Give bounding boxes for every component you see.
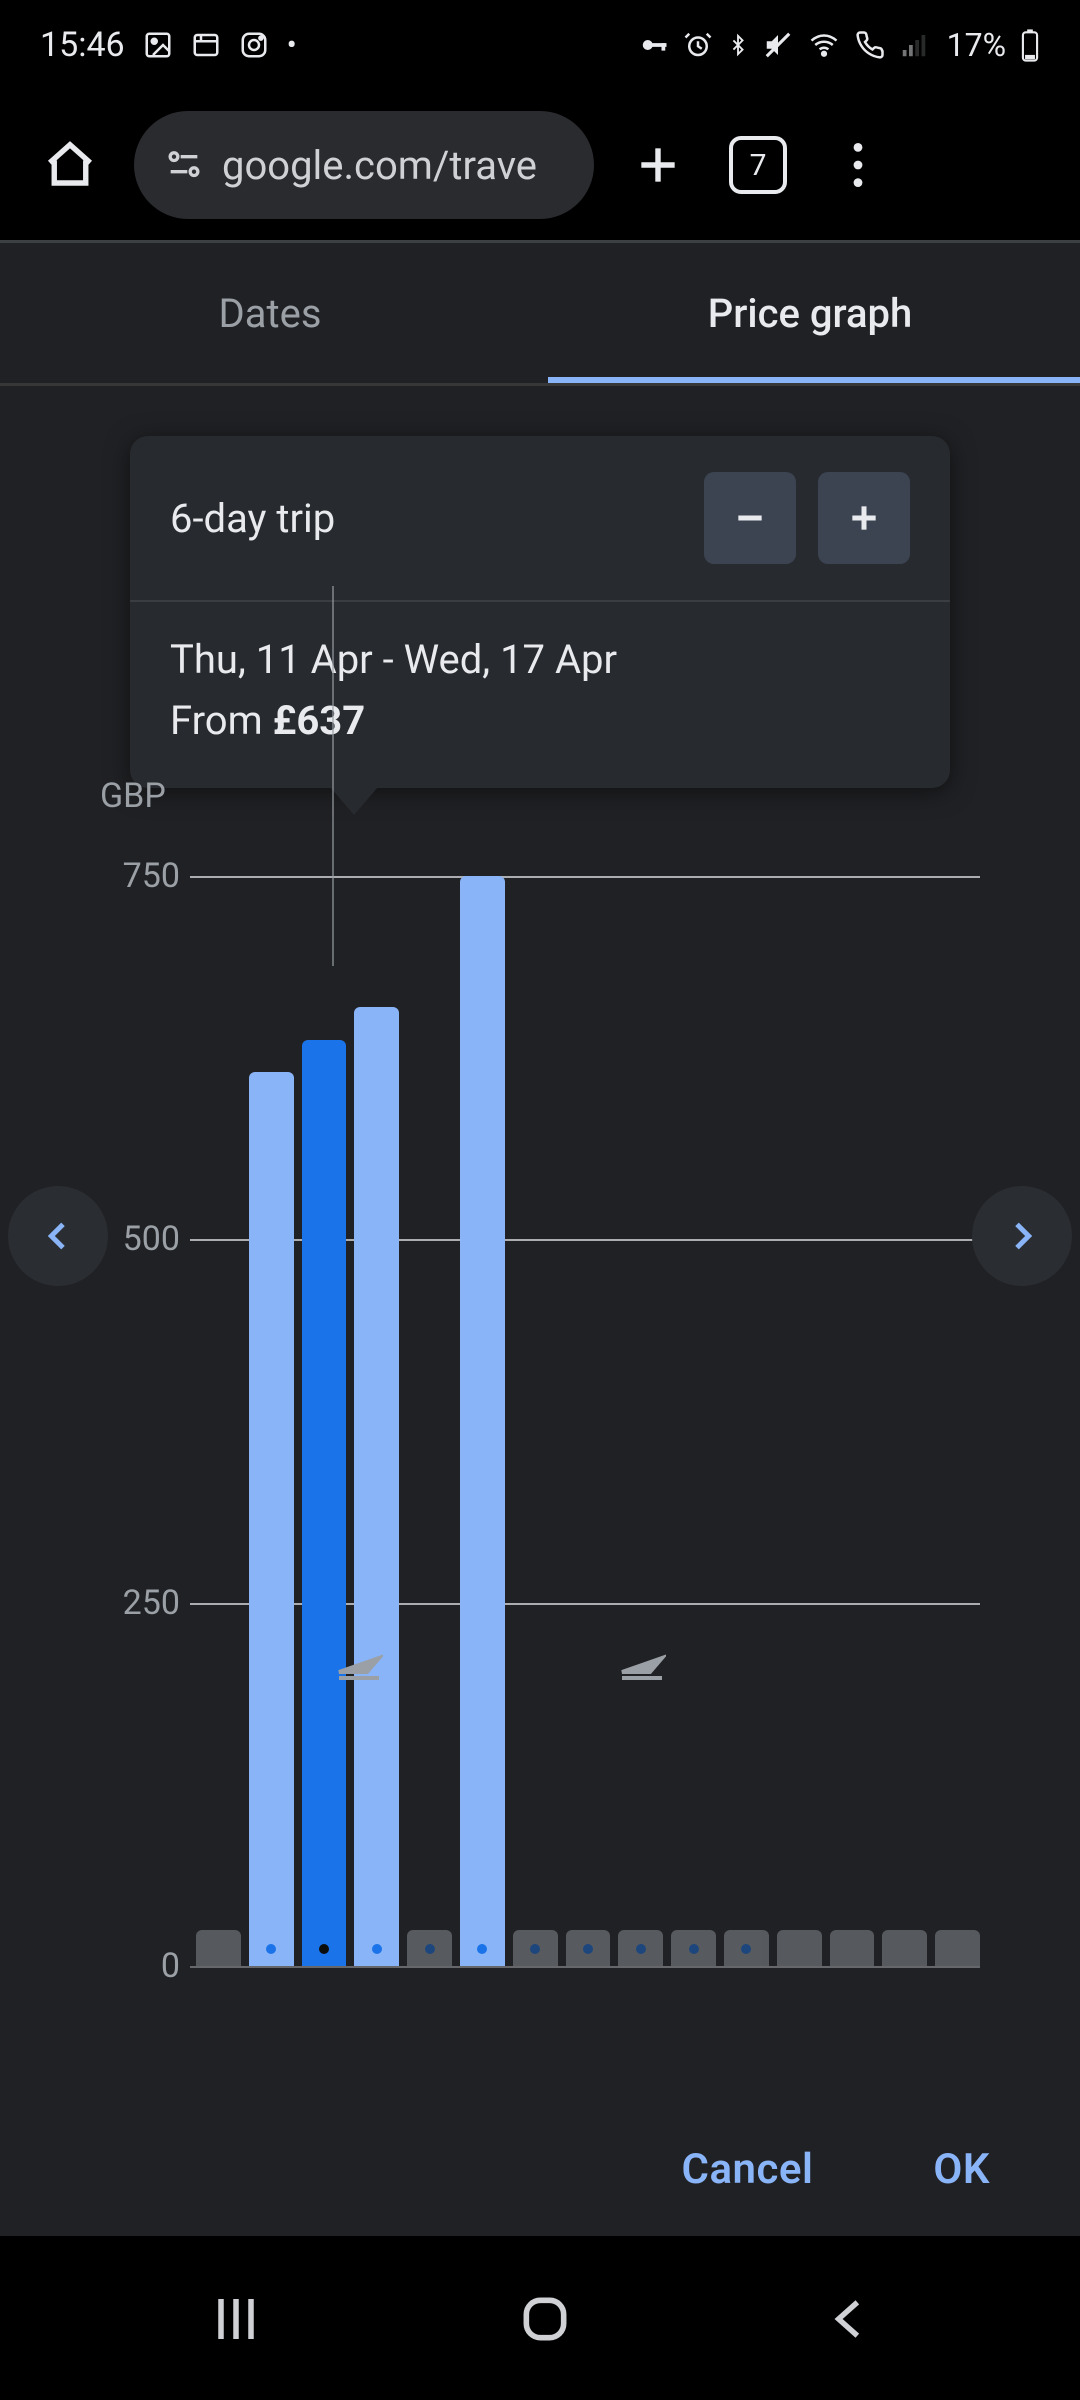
gallery-icon — [143, 30, 173, 60]
trip-length-label: 6-day trip — [170, 495, 335, 542]
price-bar[interactable] — [618, 1930, 663, 1966]
price-bar[interactable] — [302, 1040, 347, 1966]
price-bar[interactable] — [407, 1930, 452, 1966]
home-nav-icon — [517, 2291, 573, 2347]
browser-home-button[interactable] — [34, 129, 106, 201]
from-label: From — [170, 697, 273, 744]
price-bar[interactable] — [724, 1930, 769, 1966]
status-left: 15:46 • — [40, 25, 297, 65]
browser-menu-button[interactable] — [822, 129, 894, 201]
price-bar[interactable] — [671, 1930, 716, 1966]
selection-card: 6-day trip Thu, 11 Apr - Wed, 17 Apr Fro… — [130, 436, 950, 788]
bars-container — [190, 876, 980, 1966]
ytick-250: 250 — [110, 1583, 180, 1623]
wifi-icon — [807, 30, 841, 60]
plus-icon — [844, 498, 884, 538]
selected-dates: Thu, 11 Apr - Wed, 17 Apr — [170, 636, 910, 683]
bar-load-dot — [530, 1944, 540, 1954]
recents-icon — [206, 2289, 266, 2349]
tab-price-graph[interactable]: Price graph — [540, 243, 1080, 383]
bar-load-dot — [319, 1944, 329, 1954]
chevron-right-icon — [1002, 1216, 1042, 1256]
price-bar[interactable] — [249, 1072, 294, 1966]
vpn-key-icon — [639, 30, 669, 60]
instagram-icon — [239, 30, 269, 60]
back-icon — [824, 2294, 874, 2344]
plus-icon — [633, 140, 683, 190]
price-chart[interactable]: GBP 750 500 250 0 — [100, 776, 980, 2056]
return-marker-icon — [618, 1636, 666, 1688]
news-icon — [191, 30, 221, 60]
home-button[interactable] — [517, 2291, 573, 2351]
bar-load-dot — [741, 1944, 751, 1954]
depart-marker-icon — [335, 1636, 383, 1688]
kebab-icon — [853, 143, 863, 187]
tab-count: 7 — [750, 148, 767, 183]
selected-price: From £637 — [170, 697, 910, 744]
tab-count-badge: 7 — [729, 136, 787, 194]
chart-scroll-left-button[interactable] — [8, 1186, 108, 1286]
ok-button[interactable]: OK — [933, 2145, 990, 2194]
chart-plot-area: 750 500 250 0 — [190, 876, 980, 1966]
mode-tabs: Dates Price graph — [0, 243, 1080, 383]
tab-price-graph-label: Price graph — [708, 290, 913, 337]
browser-toolbar: google.com/trave 7 — [0, 90, 1080, 240]
trip-length-stepper — [704, 472, 910, 564]
bar-load-dot — [477, 1944, 487, 1954]
price-bar[interactable] — [566, 1930, 611, 1966]
increase-days-button[interactable] — [818, 472, 910, 564]
mute-icon — [763, 30, 793, 60]
url-bar[interactable]: google.com/trave — [134, 111, 594, 219]
bar-load-dot — [583, 1944, 593, 1954]
system-nav-bar — [0, 2236, 1080, 2400]
decrease-days-button[interactable] — [704, 472, 796, 564]
dialog-actions: Cancel OK — [0, 2114, 1080, 2224]
ytick-500: 500 — [110, 1219, 180, 1259]
bluetooth-icon — [727, 30, 749, 60]
tab-dates[interactable]: Dates — [0, 243, 540, 383]
status-bar: 15:46 • 17% — [0, 0, 1080, 90]
more-dot-icon: • — [287, 28, 297, 63]
new-tab-button[interactable] — [622, 129, 694, 201]
price-bar[interactable] — [513, 1930, 558, 1966]
url-text: google.com/trave — [222, 142, 537, 189]
price-bar[interactable] — [196, 1930, 241, 1966]
battery-icon — [1020, 28, 1040, 62]
bar-load-dot — [372, 1944, 382, 1954]
site-settings-icon — [164, 145, 204, 185]
price-bar[interactable] — [460, 876, 505, 1966]
wifi-calling-icon — [855, 30, 885, 60]
battery-percent: 17% — [947, 26, 1006, 64]
ytick-0: 0 — [110, 1946, 180, 1986]
price-value: £637 — [273, 697, 366, 744]
cancel-button[interactable]: Cancel — [682, 2145, 814, 2194]
bar-load-dot — [425, 1944, 435, 1954]
chevron-left-icon — [38, 1216, 78, 1256]
tab-dates-label: Dates — [219, 290, 322, 337]
home-icon — [43, 138, 97, 192]
price-bar[interactable] — [777, 1930, 822, 1966]
price-bar[interactable] — [354, 1007, 399, 1966]
currency-label: GBP — [100, 776, 166, 816]
minus-icon — [730, 498, 770, 538]
signal-icon — [899, 30, 929, 60]
price-bar[interactable] — [882, 1930, 927, 1966]
price-bar[interactable] — [830, 1930, 875, 1966]
price-bar[interactable] — [935, 1930, 980, 1966]
clock: 15:46 — [40, 25, 125, 65]
alarm-icon — [683, 30, 713, 60]
chart-scroll-right-button[interactable] — [972, 1186, 1072, 1286]
content-area: 6-day trip Thu, 11 Apr - Wed, 17 Apr Fro… — [0, 386, 1080, 2400]
bar-load-dot — [636, 1944, 646, 1954]
back-button[interactable] — [824, 2294, 874, 2348]
bar-load-dot — [689, 1944, 699, 1954]
tab-switcher-button[interactable]: 7 — [722, 129, 794, 201]
bar-load-dot — [266, 1944, 276, 1954]
ytick-750: 750 — [110, 856, 180, 896]
status-right: 17% — [639, 26, 1040, 64]
recents-button[interactable] — [206, 2289, 266, 2353]
